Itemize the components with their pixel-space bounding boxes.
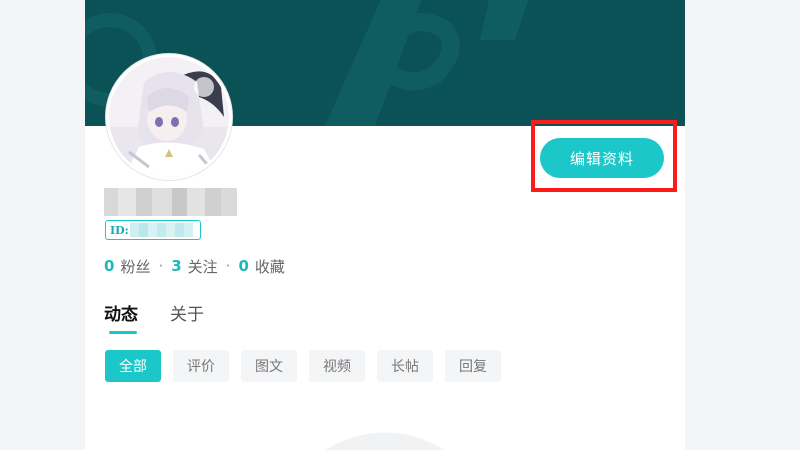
tab-activity-label: 动态 [104,305,138,325]
content-filter-bar: 全部 评价 图文 视频 长帖 回复 [105,350,513,382]
nickname-blurred [104,188,237,216]
followers-label[interactable]: 粉丝 [120,256,150,277]
filter-long-posts[interactable]: 长帖 [377,350,433,382]
followers-count: 0 [104,257,115,275]
filter-videos[interactable]: 视频 [309,350,365,382]
active-tab-indicator [109,331,137,334]
edit-profile-button[interactable]: 编辑资料 [540,138,664,178]
filter-reviews[interactable]: 评价 [173,350,229,382]
tab-about-label: 关于 [170,305,204,325]
filter-image-text[interactable]: 图文 [241,350,297,382]
id-label: ID: [110,223,129,237]
user-avatar[interactable] [105,53,233,181]
user-stats: 0 粉丝 · 3 关注 · 0 收藏 [104,256,285,276]
avatar-image-icon [109,57,229,177]
user-id-blurred [129,223,193,237]
filter-replies[interactable]: 回复 [445,350,501,382]
stats-separator: · [158,257,164,275]
tab-activity[interactable]: 动态 [104,300,138,336]
favorites-label[interactable]: 收藏 [255,256,285,277]
favorites-count: 0 [238,257,249,275]
stats-separator: · [225,257,231,275]
empty-state-icon [325,432,445,450]
following-label[interactable]: 关注 [188,256,218,277]
filter-all[interactable]: 全部 [105,350,161,382]
profile-card: 编辑资料 ID: 0 粉丝 · 3 关注 · 0 收藏 动态 关于 全部 评价 … [85,0,685,450]
profile-tabs: 动态 关于 [104,300,236,336]
user-id-badge: ID: [105,220,201,240]
tab-about[interactable]: 关于 [170,300,204,336]
following-count: 3 [171,257,182,275]
